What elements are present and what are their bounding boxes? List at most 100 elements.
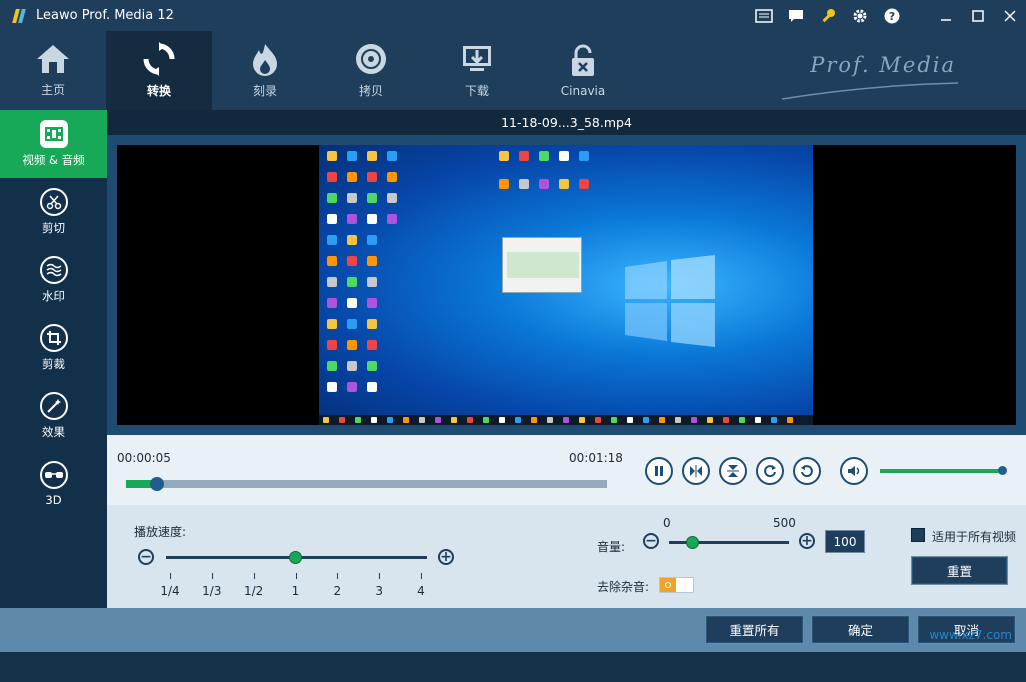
pause-icon <box>655 466 663 476</box>
progress-handle[interactable] <box>150 477 165 491</box>
help-icon[interactable]: ? <box>876 0 908 31</box>
rotate-counterclockwise-button[interactable] <box>793 457 821 485</box>
nav-convert[interactable]: 转换 <box>106 31 212 110</box>
speed-tick-label: 1/3 <box>202 584 222 598</box>
desktop-icon <box>559 179 569 189</box>
close-icon[interactable] <box>994 0 1026 31</box>
volume-gain-handle[interactable] <box>686 536 699 549</box>
nav-copy-label: 拷贝 <box>358 84 383 98</box>
status-strip <box>0 652 1026 682</box>
desktop-icon <box>347 256 357 266</box>
speed-slider-handle[interactable] <box>288 551 302 564</box>
speed-decrease-button[interactable]: − <box>138 549 154 565</box>
nav-home-label: 主页 <box>40 83 65 97</box>
desktop-icon <box>367 298 377 308</box>
gear-icon[interactable] <box>844 0 876 31</box>
flip-horizontal-button[interactable] <box>682 457 710 485</box>
burn-icon <box>253 44 277 76</box>
taskbar-icon <box>403 417 409 423</box>
volume-label: 音量: <box>597 540 626 554</box>
desktop-icon <box>347 193 357 203</box>
volume-value-field[interactable]: 100 <box>825 530 865 553</box>
volume-increase-button[interactable]: + <box>799 533 815 549</box>
convert-icon <box>143 42 175 76</box>
main-panel: 11-18-09...3_58.mp4 00:00:05 00:01:18 <box>107 110 1026 608</box>
sidebar-item-3d[interactable]: 3D <box>0 450 107 518</box>
speed-tick <box>337 573 339 579</box>
desktop-icon <box>367 193 377 203</box>
chat-icon[interactable] <box>780 0 812 31</box>
desktop-icon <box>327 172 337 182</box>
reset-button[interactable]: 重置 <box>911 556 1008 585</box>
speed-increase-button[interactable]: + <box>438 549 454 565</box>
desktop-icon <box>579 151 589 161</box>
desktop-screenshot <box>319 145 813 425</box>
ok-button[interactable]: 确定 <box>811 615 910 644</box>
progress-bar[interactable] <box>126 477 607 491</box>
desktop-icon <box>519 151 529 161</box>
pause-button[interactable] <box>645 457 673 485</box>
volume-button[interactable] <box>840 457 868 485</box>
nav-burn[interactable]: 刻录 <box>212 31 318 110</box>
taskbar-icon <box>643 417 649 423</box>
volume-slider-handle[interactable] <box>997 466 1007 475</box>
nav-convert-label: 转换 <box>146 84 171 98</box>
title-bar: Leawo Prof. Media 12 ? <box>0 0 1026 31</box>
key-icon[interactable] <box>812 0 844 31</box>
desktop-icon <box>327 361 337 371</box>
taskbar-icon <box>531 417 537 423</box>
current-time: 00:00:05 <box>117 451 171 465</box>
minimize-icon[interactable] <box>930 0 962 31</box>
sidebar-item-label: 视频 & 音频 <box>22 153 85 167</box>
sidebar-item-label: 剪裁 <box>42 357 65 371</box>
effect-icon <box>39 392 68 420</box>
sidebar: 视频 & 音频 剪切 水印 剪裁 效果 3D <box>0 110 107 608</box>
video-preview[interactable] <box>117 145 1016 425</box>
svg-text:?: ? <box>889 10 895 23</box>
desktop-icon <box>327 214 337 224</box>
monitor-icon[interactable] <box>748 0 780 31</box>
denoise-label: 去除杂音: <box>597 580 650 594</box>
flip-vertical-button[interactable] <box>719 457 747 485</box>
desktop-icon <box>347 172 357 182</box>
sidebar-item-effect[interactable]: 效果 <box>0 382 107 450</box>
volume-decrease-button[interactable]: − <box>643 533 659 549</box>
speed-tick-label: 4 <box>417 584 425 598</box>
rotate-clockwise-button[interactable] <box>756 457 784 485</box>
sidebar-item-video-audio[interactable]: 视频 & 音频 <box>0 110 107 178</box>
nav-cinavia[interactable]: Cinavia <box>530 31 636 110</box>
desktop-icon <box>327 298 337 308</box>
nav-cinavia-label: Cinavia <box>560 83 606 98</box>
watermark-icon <box>39 256 68 284</box>
sidebar-item-cut[interactable]: 剪切 <box>0 178 107 246</box>
speed-tick <box>253 573 255 579</box>
volume-icon <box>848 466 860 476</box>
speed-label: 播放速度: <box>134 525 187 539</box>
nav-download[interactable]: 下载 <box>424 31 530 110</box>
desktop-icon <box>367 382 377 392</box>
film-icon <box>39 120 68 148</box>
reset-all-button[interactable]: 重置所有 <box>705 615 804 644</box>
desktop-icon <box>367 172 377 182</box>
apply-all-checkbox[interactable] <box>911 528 925 542</box>
mini-dialog <box>502 237 582 293</box>
desktop-icon <box>327 235 337 245</box>
sidebar-item-label: 水印 <box>42 289 65 303</box>
sidebar-item-crop[interactable]: 剪裁 <box>0 314 107 382</box>
desktop-icon <box>387 193 397 203</box>
maximize-icon[interactable] <box>962 0 994 31</box>
nav-copy[interactable]: 拷贝 <box>318 31 424 110</box>
volume-slider[interactable] <box>880 466 1007 475</box>
sidebar-item-watermark[interactable]: 水印 <box>0 246 107 314</box>
site-watermark: www.xz7.com <box>929 628 1012 642</box>
toggle-knob <box>660 578 676 592</box>
desktop-icon <box>347 151 357 161</box>
taskbar-icon <box>547 417 553 423</box>
denoise-toggle[interactable] <box>659 577 694 593</box>
desktop-icon <box>327 193 337 203</box>
unlock-icon <box>572 44 594 76</box>
nav-burn-label: 刻录 <box>252 84 277 98</box>
nav-home[interactable]: 主页 <box>0 31 106 110</box>
taskbar-icon <box>771 417 777 423</box>
desktop-icon <box>499 151 509 161</box>
